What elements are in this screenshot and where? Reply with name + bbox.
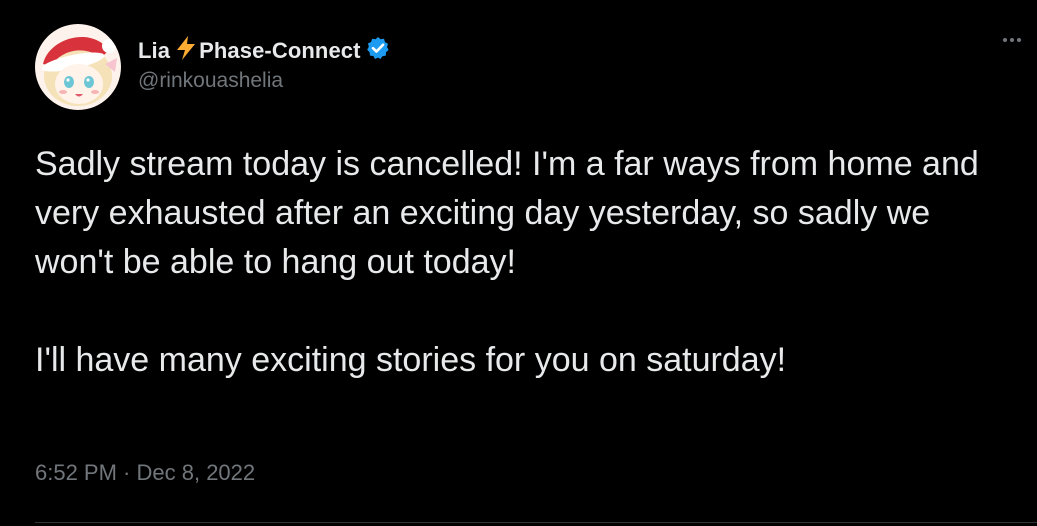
- lightning-bolt-icon: [176, 36, 196, 65]
- avatar[interactable]: [35, 24, 121, 110]
- tweet-paragraph-2: I'll have many exciting stories for you …: [35, 341, 787, 379]
- author-handle[interactable]: @rinkouashelia: [138, 69, 390, 93]
- tweet-header: Lia Phase-Connect @rinkouashelia: [35, 24, 390, 110]
- dot: [1010, 38, 1014, 42]
- tweet-card: Lia Phase-Connect @rinkouashelia Sadly s…: [0, 0, 1037, 526]
- display-name-row[interactable]: Lia Phase-Connect: [138, 36, 390, 66]
- tweet-timestamp: 6:52 PM · Dec 8, 2022: [35, 460, 255, 486]
- author-names: Lia Phase-Connect @rinkouashelia: [138, 36, 390, 93]
- tweet-time-link[interactable]: 6:52 PM: [35, 460, 117, 486]
- tweet-date-link[interactable]: Dec 8, 2022: [137, 460, 256, 486]
- display-name-first[interactable]: Lia: [138, 38, 170, 64]
- display-name-second[interactable]: Phase-Connect: [199, 38, 360, 64]
- dot: [1003, 38, 1007, 42]
- more-options-icon[interactable]: [1003, 38, 1021, 42]
- timestamp-separator: ·: [116, 460, 137, 485]
- tweet-paragraph-1: Sadly stream today is cancelled! I'm a f…: [35, 145, 979, 281]
- tweet-text: Sadly stream today is cancelled! I'm a f…: [35, 140, 995, 385]
- verified-badge-icon[interactable]: [366, 36, 390, 65]
- divider: [35, 522, 1037, 523]
- dot: [1017, 38, 1021, 42]
